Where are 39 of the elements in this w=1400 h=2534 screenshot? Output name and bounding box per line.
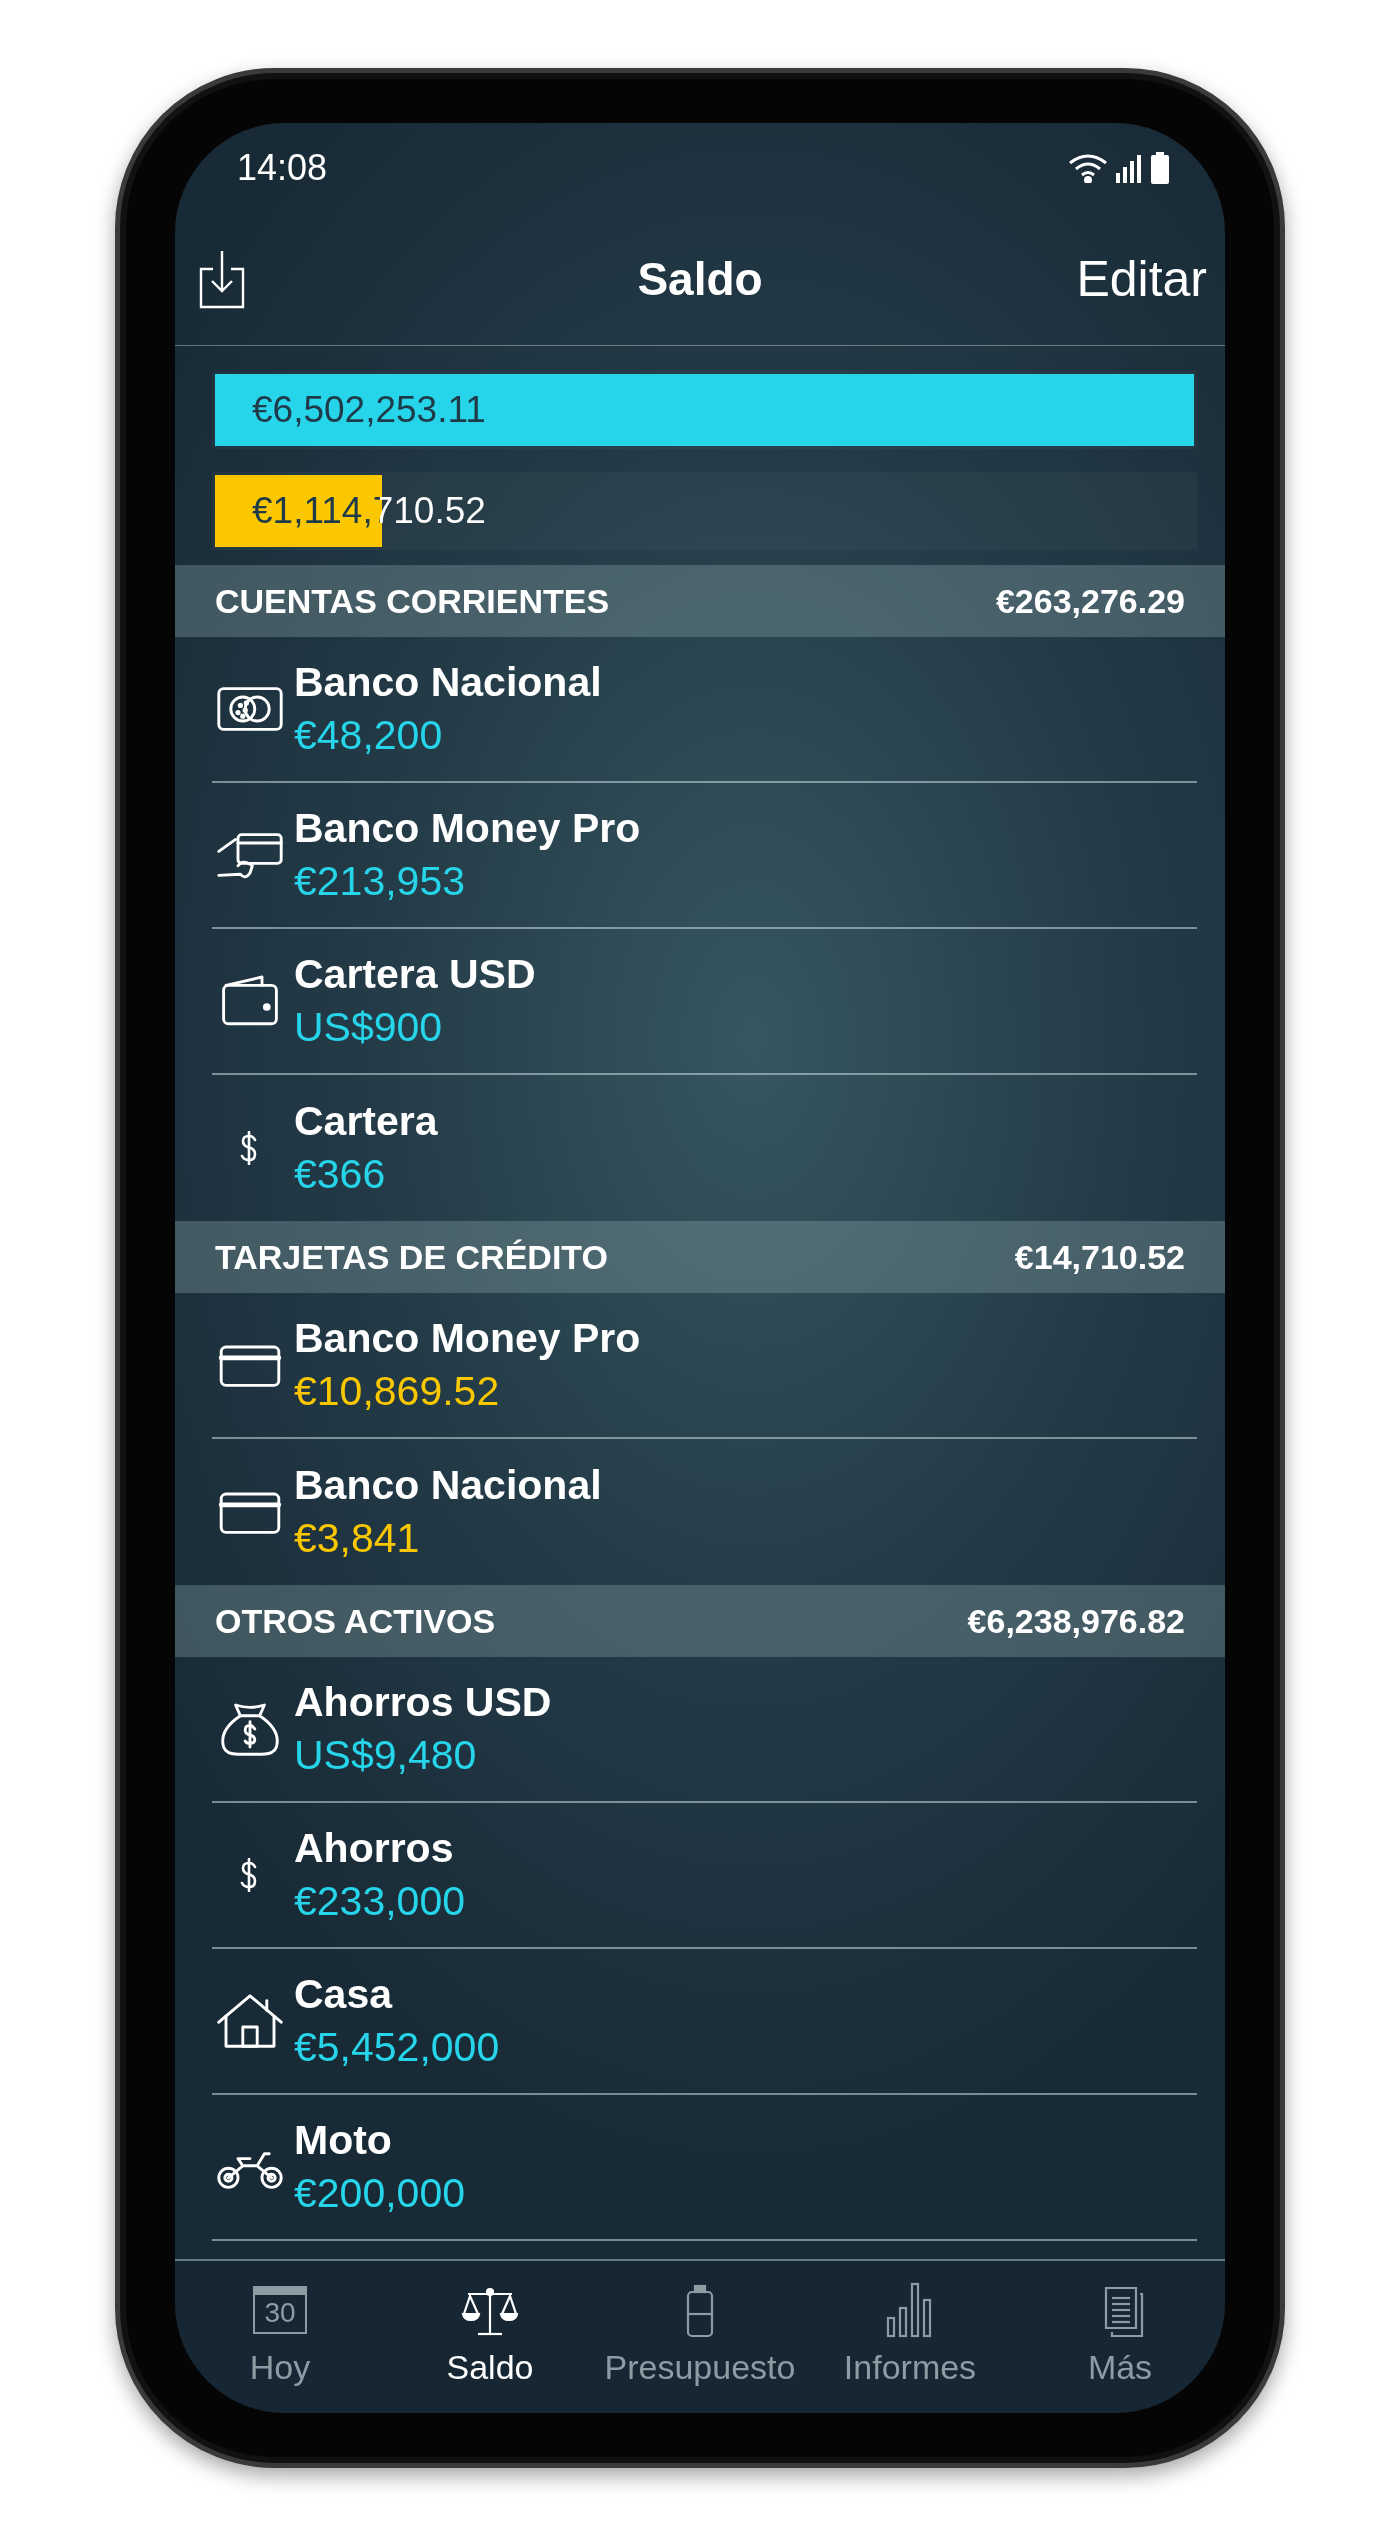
account-name[interactable]: Banco Money Pro — [294, 1315, 641, 1362]
screen-title: Saldo — [637, 252, 763, 306]
account-name[interactable]: Ahorros — [294, 1825, 465, 1872]
account-name[interactable]: Banco Nacional — [294, 659, 602, 706]
tab[interactable]: Presupuesto — [595, 2261, 805, 2405]
account-balance: €200,000 — [294, 2170, 465, 2217]
tab[interactable]: 30 Hoy — [175, 2261, 385, 2405]
account-balance: €3,841 — [294, 1515, 421, 1562]
tab[interactable]: Saldo — [385, 2261, 595, 2405]
section-total: €263,276.29 — [995, 581, 1185, 621]
account-balance: €48,200 — [294, 712, 444, 759]
account-balance: US$900 — [294, 1004, 444, 1051]
account-name[interactable]: Banco Money Pro — [294, 805, 641, 852]
account-balance: €10,869.52 — [294, 1368, 501, 1415]
section-title: OTROS ACTIVOS — [215, 1601, 496, 1641]
account-balance: €233,000 — [294, 1878, 465, 1925]
account-balance: €366 — [294, 1151, 387, 1198]
account-balance: €213,953 — [294, 858, 466, 905]
signal-icon — [1114, 153, 1144, 183]
tab[interactable]: Informes — [805, 2261, 1015, 2405]
section-title: TARJETAS DE CRÉDITO — [215, 1237, 608, 1277]
status-time: 14:08 — [237, 147, 328, 189]
account-name[interactable]: Casa — [294, 1971, 500, 2018]
download-icon[interactable] — [199, 249, 245, 309]
tab[interactable]: Más — [1015, 2261, 1225, 2405]
edit-button[interactable]: Editar — [1076, 250, 1207, 308]
account-name[interactable]: Banco Nacional — [294, 1462, 602, 1509]
account-balance: €5,452,000 — [294, 2024, 500, 2071]
account-balance: US$9,480 — [294, 1732, 478, 1779]
account-name[interactable]: Moto — [294, 2117, 465, 2164]
account-name[interactable]: Cartera — [294, 1098, 438, 1145]
account-name[interactable]: Cartera USD — [294, 951, 536, 998]
calendar-icon: 30 — [253, 2285, 307, 2334]
wifi-icon — [1068, 153, 1108, 183]
section-total: €6,238,976.82 — [967, 1601, 1185, 1641]
section-title: CUENTAS CORRIENTES — [215, 581, 610, 621]
account-name[interactable]: Ahorros USD — [294, 1679, 552, 1726]
battery-icon — [1150, 152, 1170, 184]
section-total: €14,710.52 — [1014, 1237, 1185, 1277]
